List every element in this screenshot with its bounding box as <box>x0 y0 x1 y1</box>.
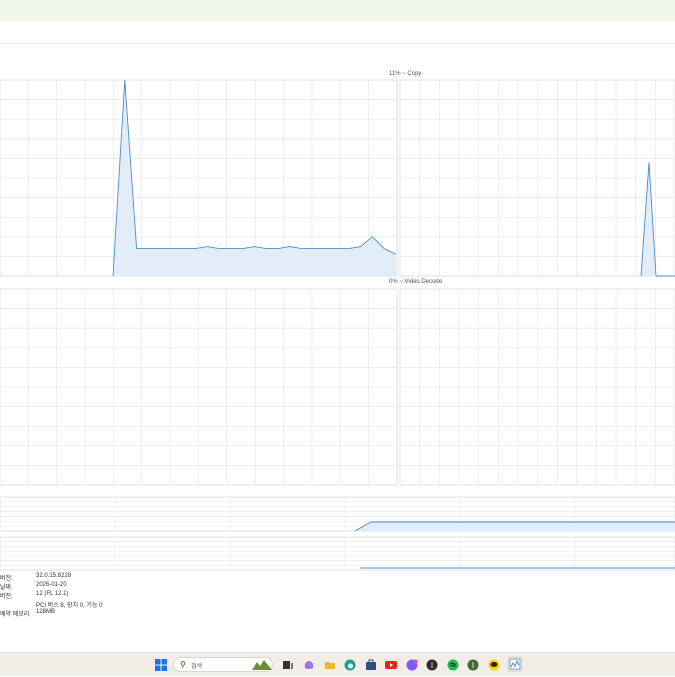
shared-memory-graph <box>0 537 675 570</box>
detail-key: 버전: <box>0 573 30 582</box>
file-explorer-icon[interactable] <box>324 658 336 670</box>
app-green-icon[interactable] <box>467 658 479 670</box>
detail-value: 2026-01-20 <box>36 582 67 588</box>
app-dark-icon[interactable] <box>426 658 438 670</box>
widgets-icon[interactable] <box>251 659 273 671</box>
detail-key: 날짜: <box>0 582 30 591</box>
search-icon: ⚲ <box>180 660 186 669</box>
detail-value: PCI 버스 8, 장치 0, 기능 0 <box>36 600 102 609</box>
windows-start-icon[interactable] <box>155 658 167 670</box>
window-titlebar-strip <box>0 0 675 21</box>
edge-icon[interactable] <box>344 658 356 670</box>
task-manager-icon[interactable] <box>507 656 523 672</box>
discord-icon[interactable] <box>406 658 418 670</box>
series-area <box>641 162 656 276</box>
copy-engine-label: 11% ~ Copy <box>389 71 421 77</box>
detail-key: 버전: <box>0 591 30 600</box>
detail-value: 32.0.15.8228 <box>36 573 71 579</box>
header-divider <box>0 43 675 44</box>
video-decode-engine-graph <box>0 289 675 485</box>
dedicated-memory-graph <box>0 497 675 531</box>
detail-key: 예약 메모리: <box>0 609 30 618</box>
spotify-icon[interactable] <box>447 658 459 670</box>
taskbar: ⚲ 검색 <box>0 652 675 676</box>
copilot-icon[interactable] <box>303 658 315 670</box>
store-icon[interactable] <box>365 658 377 670</box>
series-area <box>355 522 675 531</box>
copy-engine-graph <box>0 80 675 276</box>
video-decode-engine-label: 0% ~ Video Decode <box>389 279 442 285</box>
search-placeholder: 검색 <box>191 661 202 670</box>
youtube-icon[interactable] <box>385 658 397 670</box>
detail-value: 128MB <box>36 609 55 615</box>
detail-value: 12 (FL 12.1) <box>36 591 68 597</box>
task-view-icon[interactable] <box>282 658 294 670</box>
taskbar-search-box[interactable]: ⚲ 검색 <box>173 657 273 672</box>
kakaotalk-icon[interactable] <box>488 658 500 670</box>
